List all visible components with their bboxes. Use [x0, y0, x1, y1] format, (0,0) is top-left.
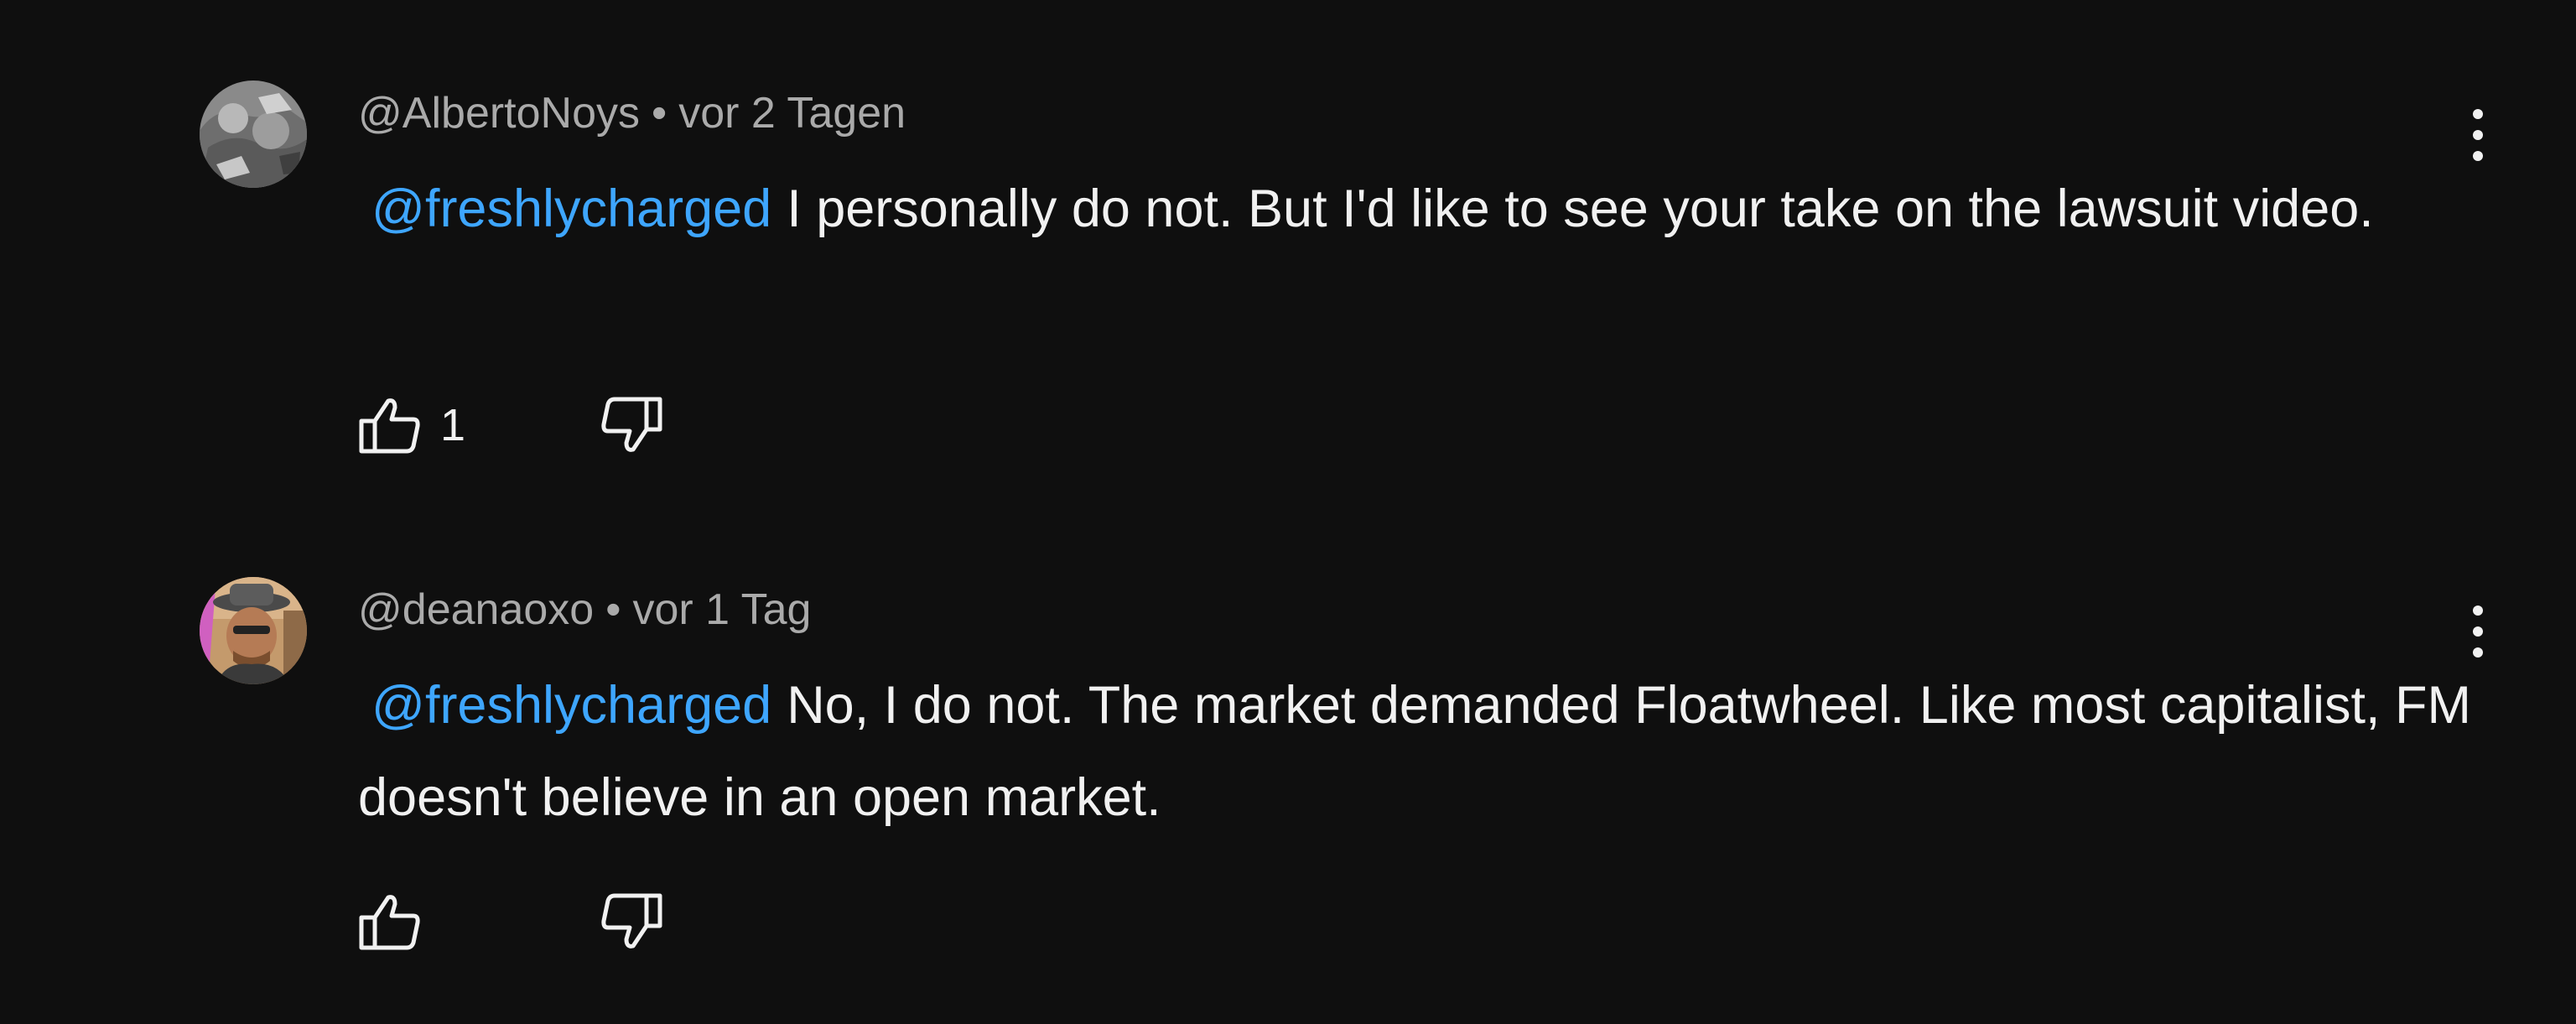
- like-count: 1: [440, 400, 466, 450]
- comment-header: @deanaoxo • vor 1 Tag: [358, 580, 811, 639]
- mention-link[interactable]: @freshlycharged: [358, 676, 787, 735]
- comment-body: I personally do not. But I'd like to see…: [787, 179, 2374, 238]
- rock-photo-avatar-icon: [200, 81, 307, 188]
- dislike-button[interactable]: [600, 387, 663, 463]
- like-button[interactable]: 1: [358, 387, 465, 463]
- comment-text: @freshlycharged No, I do not. The market …: [358, 659, 2471, 844]
- comment-timestamp[interactable]: vor 1 Tag: [632, 585, 811, 634]
- like-button[interactable]: [358, 884, 440, 959]
- separator-dot: •: [652, 89, 667, 138]
- mention-link[interactable]: @freshlycharged: [358, 179, 787, 238]
- comment-header: @AlbertoNoys • vor 2 Tagen: [358, 84, 906, 143]
- thumbs-up-icon: [359, 895, 420, 950]
- more-vert-icon: [2473, 606, 2483, 658]
- man-with-hat-photo-avatar-icon: [200, 577, 307, 684]
- thumbs-up-icon: [359, 398, 420, 454]
- thumbs-down-icon: [601, 397, 662, 452]
- author-name[interactable]: @AlbertoNoys: [358, 89, 640, 138]
- comment-item: @AlbertoNoys • vor 2 Tagen @freshlycharged…: [0, 0, 2576, 470]
- comment-timestamp[interactable]: vor 2 Tagen: [678, 89, 906, 138]
- avatar[interactable]: [200, 81, 307, 188]
- more-actions-button[interactable]: [2449, 595, 2507, 668]
- avatar[interactable]: [200, 577, 307, 684]
- more-vert-icon: [2473, 109, 2483, 161]
- dislike-button[interactable]: [600, 884, 663, 959]
- comment-item: @deanaoxo • vor 1 Tag @freshlycharged No, I…: [0, 496, 2576, 966]
- thumbs-down-icon: [601, 893, 662, 949]
- more-actions-button[interactable]: [2449, 99, 2507, 171]
- separator-dot: •: [605, 585, 621, 634]
- comment-text: @freshlycharged I personally do not. But …: [358, 163, 2471, 255]
- author-name[interactable]: @deanaoxo: [358, 585, 594, 634]
